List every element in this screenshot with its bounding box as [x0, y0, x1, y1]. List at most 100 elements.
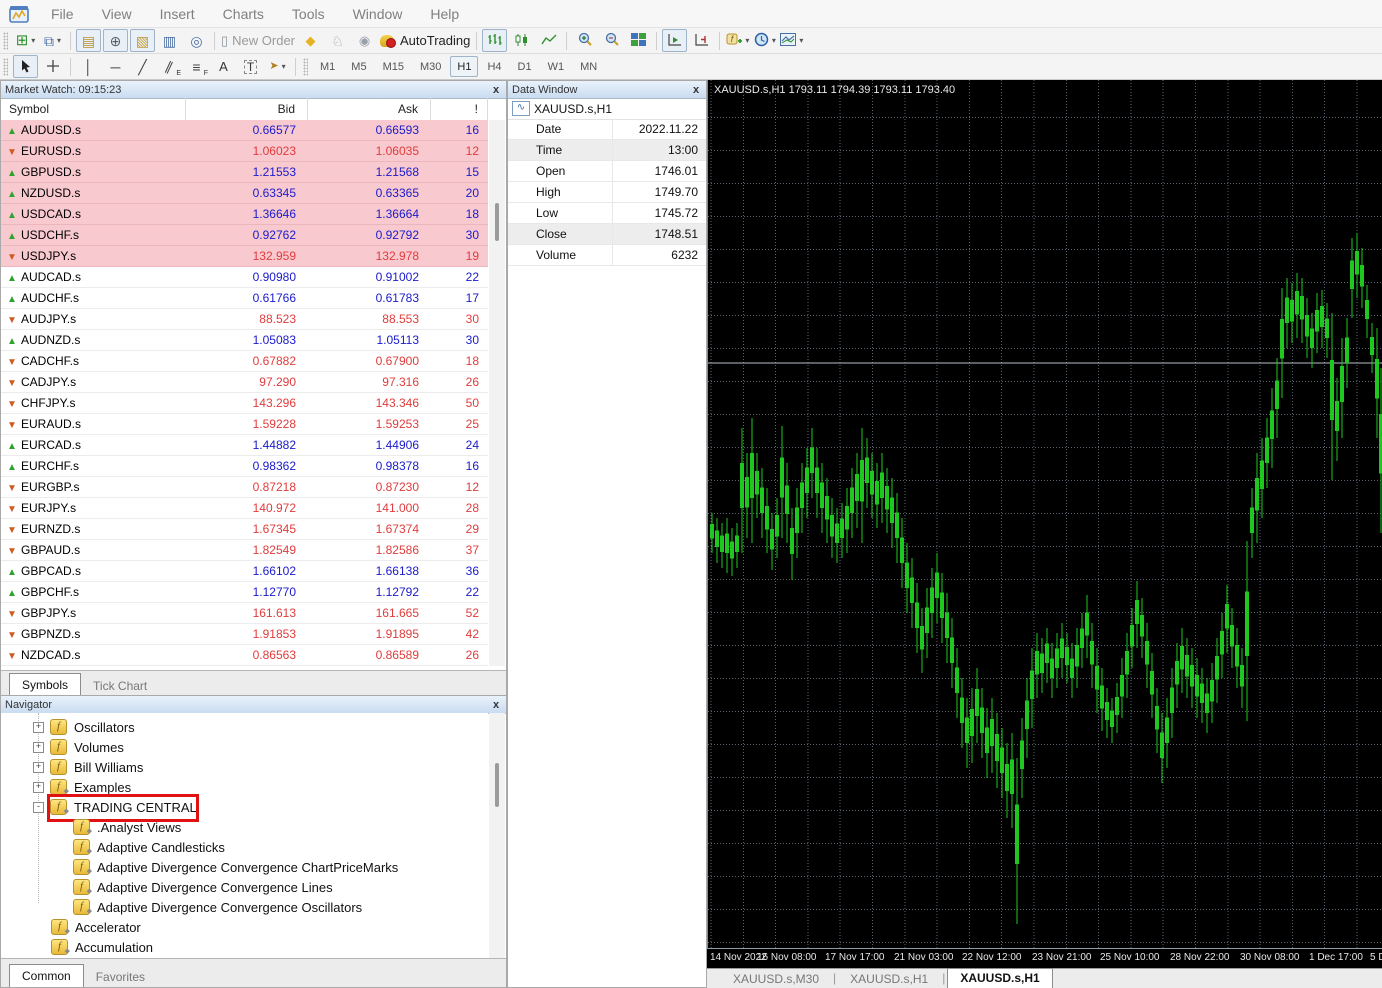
data-window-button[interactable]: ⊕: [103, 29, 128, 52]
market-watch-row-euraud.s[interactable]: ▼EURAUD.s1.592281.5925325: [1, 414, 488, 435]
menu-item-charts[interactable]: Charts: [209, 1, 278, 27]
metaeditor-button[interactable]: ◆: [298, 29, 323, 52]
navigator-button[interactable]: ▧: [130, 29, 155, 52]
market-watch-row-eurusd.s[interactable]: ▼EURUSD.s1.060231.0603512: [1, 141, 488, 162]
scrollbar-thumb[interactable]: [495, 203, 499, 241]
horizontal-line-button[interactable]: ─: [103, 55, 128, 78]
vertical-line-button[interactable]: │: [76, 55, 101, 78]
chart-shift-button[interactable]: [689, 29, 714, 52]
chevron-down-icon[interactable]: ▾: [31, 37, 35, 45]
chart-plot-area[interactable]: XAUUSD.s,H1 1793.11 1794.39 1793.11 1793…: [707, 80, 1382, 948]
timeframe-m5-button[interactable]: M5: [344, 56, 373, 77]
timeframe-d1-button[interactable]: D1: [511, 56, 539, 77]
candles-chart-button[interactable]: [509, 29, 534, 52]
timeframe-w1-button[interactable]: W1: [541, 56, 572, 77]
chart-time-axis[interactable]: 14 Nov 202216 Nov 08:0017 Nov 17:0021 No…: [707, 948, 1382, 969]
market-watch-row-eurchf.s[interactable]: ▲EURCHF.s0.983620.9837816: [1, 456, 488, 477]
market-watch-scrollbar[interactable]: [489, 120, 505, 666]
timeframe-m30-button[interactable]: M30: [413, 56, 448, 77]
new-chart-button[interactable]: ⊞▾: [13, 29, 38, 52]
expand-icon[interactable]: +: [33, 762, 44, 773]
experts-button[interactable]: ♘: [325, 29, 350, 52]
periods-button[interactable]: ▾: [752, 29, 777, 52]
market-watch-row-audnzd.s[interactable]: ▲AUDNZD.s1.050831.0511330: [1, 330, 488, 351]
profiles-button[interactable]: ⧉▾: [40, 29, 65, 52]
text-label-button[interactable]: T: [238, 55, 263, 78]
market-watch-row-gbpaud.s[interactable]: ▼GBPAUD.s1.825491.8258637: [1, 540, 488, 561]
market-watch-row-audchf.s[interactable]: ▲AUDCHF.s0.617660.6178317: [1, 288, 488, 309]
expand-icon[interactable]: +: [33, 722, 44, 733]
navigator-item-trading-central[interactable]: -fTRADING CENTRAL: [1, 797, 488, 817]
autotrading-button[interactable]: AutoTrading: [379, 29, 471, 52]
close-icon[interactable]: x: [490, 699, 502, 711]
market-watch-row-cadjpy.s[interactable]: ▼CADJPY.s97.29097.31626: [1, 372, 488, 393]
chart-tab-xauusd-s-m30[interactable]: XAUUSD.s,M30: [721, 971, 831, 988]
market-watch-row-usdcad.s[interactable]: ▲USDCAD.s1.366461.3666418: [1, 204, 488, 225]
toolbar-grip[interactable]: [3, 32, 8, 50]
column-header-bid[interactable]: Bid: [186, 98, 308, 120]
market-watch-button[interactable]: ▤: [76, 29, 101, 52]
new-order-button[interactable]: ▯New Order: [220, 29, 296, 52]
market-watch-row-nzdcad.s[interactable]: ▼NZDCAD.s0.865630.8658926: [1, 645, 488, 666]
market-watch-row-audcad.s[interactable]: ▲AUDCAD.s0.909800.9100222: [1, 267, 488, 288]
expand-icon[interactable]: +: [33, 782, 44, 793]
terminal-button[interactable]: ▥: [157, 29, 182, 52]
navigator-item-examples[interactable]: +fExamples: [1, 777, 488, 797]
market-watch-row-usdjpy.s[interactable]: ▼USDJPY.s132.959132.97819: [1, 246, 488, 267]
menu-item-view[interactable]: View: [88, 1, 146, 27]
market-watch-row-gbpcad.s[interactable]: ▲GBPCAD.s1.661021.6613836: [1, 561, 488, 582]
tile-windows-button[interactable]: [626, 29, 651, 52]
market-watch-row-gbpusd.s[interactable]: ▲GBPUSD.s1.215531.2156815: [1, 162, 488, 183]
cursor-button[interactable]: [13, 55, 38, 78]
signals-button[interactable]: ◉: [352, 29, 377, 52]
menu-item-tools[interactable]: Tools: [278, 1, 339, 27]
collapse-icon[interactable]: -: [33, 802, 44, 813]
navigator-item-adaptive-divergence-convergence-oscillators[interactable]: fAdaptive Divergence Convergence Oscilla…: [1, 897, 488, 917]
strategy-tester-button[interactable]: ◎: [184, 29, 209, 52]
market-watch-tab-tick-chart[interactable]: Tick Chart: [81, 676, 159, 696]
line-chart-button[interactable]: [536, 29, 561, 52]
market-watch-row-audusd.s[interactable]: ▲AUDUSD.s0.665770.6659316: [1, 120, 488, 141]
chevron-down-icon[interactable]: ▾: [57, 37, 61, 45]
market-watch-row-gbpjpy.s[interactable]: ▼GBPJPY.s161.613161.66552: [1, 603, 488, 624]
market-watch-row-gbpchf.s[interactable]: ▲GBPCHF.s1.127701.1279222: [1, 582, 488, 603]
chevron-down-icon[interactable]: ▾: [772, 37, 776, 45]
column-header-ask[interactable]: Ask: [308, 98, 431, 120]
column-header-spread[interactable]: !: [431, 98, 488, 120]
navigator-item-adaptive-divergence-convergence-lines[interactable]: fAdaptive Divergence Convergence Lines: [1, 877, 488, 897]
market-watch-tab-symbols[interactable]: Symbols: [9, 673, 81, 696]
menu-item-file[interactable]: File: [37, 1, 88, 27]
timeframe-m1-button[interactable]: M1: [313, 56, 342, 77]
market-watch-row-eurjpy.s[interactable]: ▼EURJPY.s140.972141.00028: [1, 498, 488, 519]
chart-tab-xauusd-s-h1[interactable]: XAUUSD.s,H1: [838, 971, 940, 988]
bars-chart-button[interactable]: [482, 29, 507, 52]
menu-item-window[interactable]: Window: [339, 1, 417, 27]
market-watch-row-eurnzd.s[interactable]: ▼EURNZD.s1.673451.6737429: [1, 519, 488, 540]
close-icon[interactable]: x: [490, 84, 502, 96]
market-watch-row-cadchf.s[interactable]: ▼CADCHF.s0.678820.6790018: [1, 351, 488, 372]
column-header-symbol[interactable]: Symbol: [1, 98, 186, 120]
timeframe-m15-button[interactable]: M15: [376, 56, 411, 77]
navigator-item-bill-williams[interactable]: +fBill Williams: [1, 757, 488, 777]
navigator-tab-common[interactable]: Common: [9, 964, 84, 987]
menu-item-insert[interactable]: Insert: [146, 1, 209, 27]
zoom-in-button[interactable]: [572, 29, 597, 52]
timeframe-mn-button[interactable]: MN: [573, 56, 604, 77]
zoom-out-button[interactable]: [599, 29, 624, 52]
trendline-button[interactable]: ╱: [130, 55, 155, 78]
navigator-item-accelerator[interactable]: fAccelerator: [1, 917, 488, 937]
fibonacci-button[interactable]: ≡F: [184, 55, 209, 78]
navigator-item-adaptive-divergence-convergence-chartpricemarks[interactable]: fAdaptive Divergence Convergence ChartPr…: [1, 857, 488, 877]
navigator-tab-favorites[interactable]: Favorites: [84, 967, 157, 987]
navigator-item-oscillators[interactable]: +fOscillators: [1, 717, 488, 737]
auto-scroll-button[interactable]: [662, 29, 687, 52]
navigator-item-adaptive-candlesticks[interactable]: fAdaptive Candlesticks: [1, 837, 488, 857]
navigator-item--analyst-views[interactable]: f.Analyst Views: [1, 817, 488, 837]
chart-tab-xauusd-s-h1[interactable]: XAUUSD.s,H1: [947, 968, 1052, 988]
text-button[interactable]: A: [211, 55, 236, 78]
crosshair-button[interactable]: [40, 55, 65, 78]
close-icon[interactable]: x: [690, 84, 702, 96]
navigator-item-accumulation[interactable]: fAccumulation: [1, 937, 488, 957]
timeframe-h1-button[interactable]: H1: [450, 56, 478, 77]
templates-button[interactable]: ▾: [779, 29, 804, 52]
